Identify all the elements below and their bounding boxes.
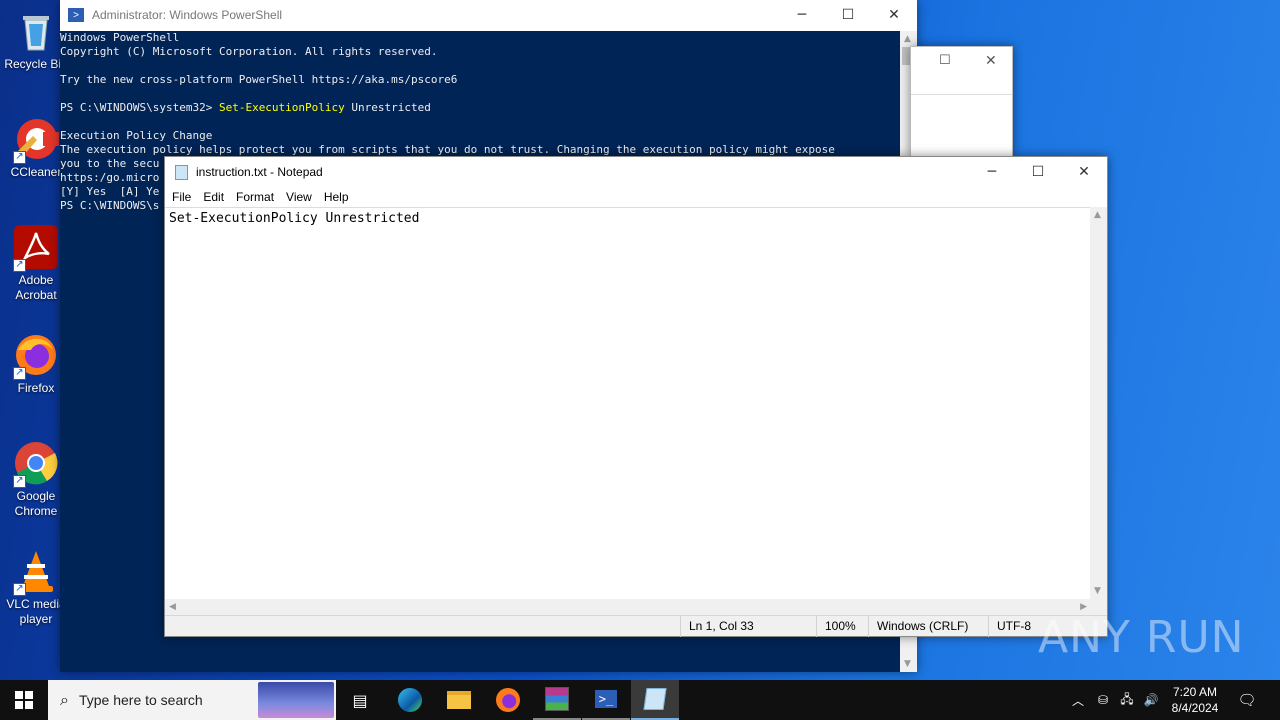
powershell-title: Administrator: Windows PowerShell [92, 8, 283, 22]
scroll-right-icon[interactable]: ▶ [1080, 602, 1087, 612]
taskbar-file-explorer[interactable] [435, 680, 483, 720]
console-line: Windows PowerShell [60, 31, 180, 44]
volume-icon: 🔊 [1143, 693, 1159, 707]
menu-file[interactable]: File [167, 190, 198, 204]
action-center-button[interactable]: 🗨 [1232, 680, 1262, 720]
maximize-button[interactable]: ☐ [1015, 157, 1061, 187]
winrar-icon [545, 687, 569, 711]
taskbar-firefox[interactable] [484, 680, 532, 720]
scroll-up-icon[interactable]: ▲ [904, 34, 911, 44]
shortcut-arrow-icon: ↗ [13, 583, 26, 596]
powershell-titlebar[interactable]: > Administrator: Windows PowerShell ─ ☐ … [60, 0, 917, 30]
notepad-icon [175, 164, 188, 180]
minimize-button[interactable]: ─ [779, 0, 825, 30]
minimize-button[interactable]: ─ [969, 157, 1015, 187]
vlc-icon: ↗ [13, 548, 59, 596]
scroll-down-icon[interactable]: ▼ [904, 659, 911, 669]
shortcut-arrow-icon: ↗ [13, 367, 26, 380]
shortcut-arrow-icon: ↗ [13, 475, 26, 488]
notepad-window[interactable]: instruction.txt - Notepad ─ ☐ ✕ File Edi… [164, 156, 1108, 637]
shortcut-arrow-icon: ↗ [13, 259, 26, 272]
console-command: Set-ExecutionPolicy [218, 101, 345, 114]
powershell-icon: >_ [595, 690, 617, 708]
maximize-button[interactable]: ☐ [825, 0, 871, 30]
recycle-bin-icon [13, 8, 59, 54]
taskbar-notepad[interactable] [631, 680, 679, 720]
task-view-button[interactable]: ▤ [336, 680, 384, 720]
search-highlight-image [258, 682, 334, 718]
notepad-icon [643, 688, 667, 710]
tray-clock[interactable]: 7:20 AM 8/4/2024 [1166, 680, 1224, 720]
scroll-left-icon[interactable]: ◀ [169, 602, 176, 612]
status-position: Ln 1, Col 33 [680, 616, 816, 637]
folder-icon [447, 691, 471, 709]
notepad-title: instruction.txt - Notepad [196, 165, 323, 179]
acrobat-icon: ↗ [13, 224, 59, 272]
taskbar-search[interactable]: ⌕ Type here to search [48, 680, 336, 720]
taskbar-winrar[interactable] [533, 680, 581, 720]
status-zoom: 100% [816, 616, 868, 637]
sync-icon: ⛁ [1097, 693, 1109, 707]
ccleaner-icon: ↗ [13, 116, 59, 164]
background-window[interactable]: ☐ ✕ [910, 46, 1013, 158]
anyrun-watermark: ANY RUN [1038, 612, 1245, 663]
menu-edit[interactable]: Edit [198, 190, 231, 204]
windows-logo-icon [15, 691, 33, 709]
firefox-icon: ↗ [13, 332, 59, 380]
console-command-line: PS C:\WINDOWS\system32> Set-ExecutionPol… [60, 101, 900, 115]
close-button[interactable]: ✕ [1061, 157, 1107, 187]
tray-network-drive[interactable]: ⛁ [1092, 680, 1114, 720]
tray-volume[interactable]: 🔊 [1140, 680, 1162, 720]
notepad-menubar: File Edit Format View Help [165, 187, 1107, 207]
start-button[interactable] [0, 680, 48, 720]
show-hidden-icons-button[interactable]: ︿ [1068, 680, 1088, 720]
status-line-ending: Windows (CRLF) [868, 616, 988, 637]
firefox-icon [496, 688, 520, 712]
taskbar-powershell[interactable]: >_ [582, 680, 630, 720]
taskbar: ⌕ Type here to search ▤ >_ ︿ ⛁ 🖧 🔊 7:20 … [0, 680, 1280, 720]
notepad-statusbar: Ln 1, Col 33 100% Windows (CRLF) UTF-8 [165, 615, 1107, 637]
shortcut-arrow-icon: ↗ [13, 151, 26, 164]
chrome-icon: ↗ [13, 440, 59, 488]
notepad-vertical-scrollbar[interactable]: ▲ ▼ [1090, 207, 1107, 599]
notepad-text-area[interactable]: Set-ExecutionPolicy Unrestricted [165, 207, 1091, 599]
notepad-horizontal-scrollbar[interactable]: ◀ ▶ [165, 599, 1091, 616]
console-command-arg: Unrestricted [344, 101, 431, 114]
network-icon: 🖧 [1120, 691, 1134, 706]
close-button[interactable]: ✕ [985, 53, 997, 69]
search-placeholder: Type here to search [78, 692, 203, 708]
tray-network[interactable]: 🖧 [1116, 680, 1138, 720]
maximize-button[interactable]: ☐ [939, 53, 951, 68]
console-line: Try the new cross-platform PowerShell ht… [60, 73, 458, 86]
scroll-up-icon[interactable]: ▲ [1094, 210, 1101, 220]
clock-time: 7:20 AM [1172, 685, 1218, 699]
clock-date: 8/4/2024 [1171, 701, 1219, 715]
taskbar-edge[interactable] [386, 680, 434, 720]
console-prompt: PS C:\WINDOWS\system32> [60, 101, 219, 114]
console-line: The execution policy helps protect you f… [60, 143, 835, 156]
menu-view[interactable]: View [281, 190, 319, 204]
powershell-icon: > [68, 8, 84, 22]
close-button[interactable]: ✕ [871, 0, 917, 30]
edge-icon [398, 688, 422, 712]
notification-icon: 🗨 [1237, 691, 1257, 709]
notepad-titlebar[interactable]: instruction.txt - Notepad ─ ☐ ✕ [165, 157, 1107, 187]
chevron-up-icon: ︿ [1071, 693, 1084, 708]
menu-help[interactable]: Help [319, 190, 356, 204]
task-view-icon: ▤ [352, 690, 368, 710]
scroll-down-icon[interactable]: ▼ [1094, 586, 1101, 596]
search-icon: ⌕ [60, 690, 69, 709]
menu-format[interactable]: Format [231, 190, 281, 204]
console-line: Copyright (C) Microsoft Corporation. All… [60, 45, 438, 58]
console-line: Execution Policy Change [60, 129, 213, 142]
